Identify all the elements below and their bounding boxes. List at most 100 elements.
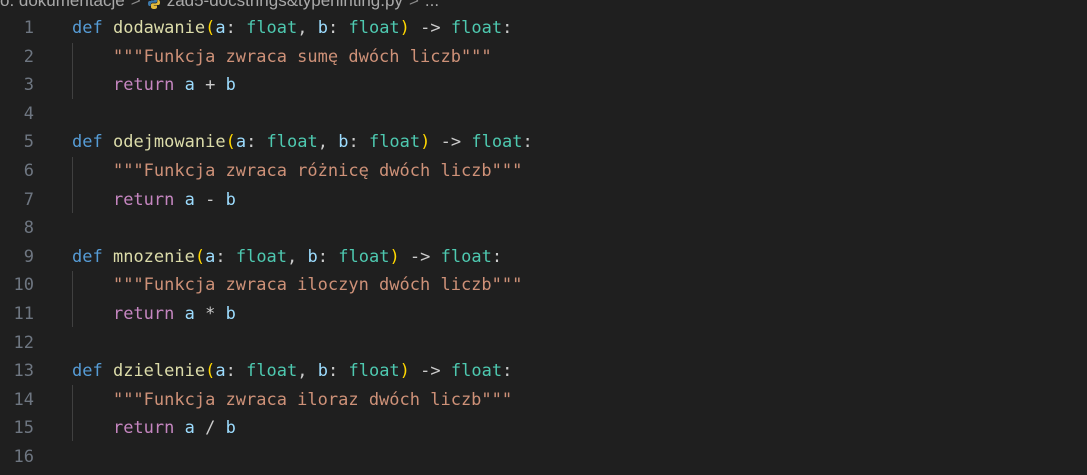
code-token: float — [368, 132, 421, 153]
code-line[interactable]: 10 """Funkcja zwraca iloczyn dwóch liczb… — [0, 271, 1087, 300]
code-token: float — [348, 18, 400, 38]
code-token: def — [72, 18, 103, 38]
code-line[interactable]: 13 def dzielenie(a: float, b: float) -> f… — [0, 357, 1087, 386]
code-line[interactable]: 8 — [0, 214, 1087, 243]
code-token: -> — [430, 132, 472, 153]
code-editor[interactable]: 1 def dodawanie(a: float, b: float) -> fl… — [0, 14, 1087, 472]
code-token: a — [184, 75, 195, 96]
code-line[interactable]: 14 """Funkcja zwraca iloraz dwóch liczb"… — [0, 386, 1087, 415]
code-token: : — [215, 246, 236, 267]
code-line[interactable]: 1 def dodawanie(a: float, b: float) -> fl… — [0, 14, 1087, 43]
code-text[interactable]: """Funkcja zwraca iloraz dwóch liczb""" — [72, 386, 512, 415]
code-token: dodawanie — [112, 18, 206, 38]
code-token: a — [205, 246, 216, 267]
code-token: b — [225, 303, 236, 324]
code-text[interactable]: """Funkcja zwraca iloczyn dwóch liczb""" — [72, 271, 522, 300]
code-line[interactable]: 6 """Funkcja zwraca różnicę dwóch liczb"… — [0, 157, 1087, 186]
line-number: 4 — [23, 103, 34, 124]
line-number: 15 — [13, 418, 34, 439]
line-number: 3 — [23, 75, 34, 96]
code-token: , — [297, 18, 318, 38]
code-text[interactable]: def mnozenie(a: float, b: float) -> floa… — [72, 243, 502, 272]
line-number: 2 — [23, 46, 34, 67]
breadcrumb-symbol[interactable]: ... — [425, 0, 439, 12]
code-token: : — [317, 246, 339, 267]
breadcrumb: o. dokumentacje > zad5-docstrings&typehi… — [0, 0, 439, 12]
code-line[interactable]: 7 return a - b — [0, 186, 1087, 215]
code-token: float — [348, 361, 400, 382]
code-text[interactable]: return a + b — [72, 71, 236, 100]
code-token: -> — [409, 361, 451, 382]
code-line[interactable]: 16 — [0, 443, 1087, 472]
breadcrumb-file[interactable]: zad5-docstrings&typehinting.py — [167, 0, 403, 12]
code-token: float — [450, 18, 503, 38]
line-number: 14 — [13, 389, 34, 410]
code-text[interactable]: return a / b — [72, 414, 236, 443]
code-token: ( — [194, 246, 206, 267]
code-text[interactable]: """Funkcja zwraca sumę dwóch liczb""" — [72, 43, 492, 72]
code-token: b — [307, 246, 318, 267]
code-token: float — [450, 361, 503, 382]
code-token: ) — [420, 132, 431, 153]
breadcrumb-folder[interactable]: o. dokumentacje — [0, 0, 125, 12]
code-token: / — [194, 418, 226, 439]
code-token: """Funkcja zwraca iloczyn dwóch liczb""" — [112, 275, 523, 296]
line-number: 12 — [13, 332, 34, 353]
code-token: * — [194, 303, 226, 324]
code-token: ( — [225, 132, 236, 153]
code-token: ( — [205, 18, 216, 38]
code-token: return — [112, 189, 175, 210]
code-token: + — [194, 75, 226, 96]
code-token: ) — [389, 246, 400, 267]
code-line[interactable]: 12 — [0, 329, 1087, 358]
code-token: : — [502, 18, 513, 38]
code-token: : — [225, 18, 247, 38]
code-token: ) — [399, 18, 410, 38]
code-line[interactable]: 4 — [0, 100, 1087, 129]
code-text[interactable]: def dzielenie(a: float, b: float) -> flo… — [72, 357, 512, 386]
code-token: : — [502, 361, 513, 382]
code-line[interactable]: 5 def odejmowanie(a: float, b: float) -> … — [0, 128, 1087, 157]
code-token: , — [287, 246, 308, 267]
code-token: -> — [399, 246, 441, 267]
code-token: return — [112, 75, 175, 96]
code-text[interactable]: return a - b — [72, 186, 236, 215]
code-text[interactable]: """Funkcja zwraca różnicę dwóch liczb""" — [72, 157, 522, 186]
breadcrumb-separator: > — [130, 0, 141, 10]
code-token: - — [194, 189, 226, 210]
code-token: """Funkcja zwraca iloraz dwóch liczb""" — [112, 389, 513, 410]
code-token: dzielenie — [112, 361, 206, 382]
line-number: 13 — [13, 361, 34, 382]
code-line[interactable]: 3 return a + b — [0, 71, 1087, 100]
line-number: 5 — [23, 132, 34, 153]
code-text[interactable]: def dodawanie(a: float, b: float) -> flo… — [72, 14, 512, 43]
code-token: : — [328, 361, 349, 382]
code-text[interactable]: return a * b — [72, 300, 236, 329]
code-token: mnozenie — [112, 246, 195, 267]
code-token: b — [225, 189, 236, 210]
code-line[interactable]: 2 """Funkcja zwraca sumę dwóch liczb""" — [0, 43, 1087, 72]
code-token: float — [246, 361, 298, 382]
code-token: return — [112, 418, 175, 439]
code-text[interactable]: def odejmowanie(a: float, b: float) -> f… — [72, 128, 533, 157]
line-number: 11 — [13, 303, 34, 324]
code-token: b — [225, 75, 236, 96]
code-token: : — [348, 132, 369, 153]
code-token: b — [338, 132, 349, 153]
code-token: b — [225, 418, 236, 439]
code-token: : — [246, 132, 267, 153]
python-icon — [147, 0, 161, 9]
code-line[interactable]: 11 return a * b — [0, 300, 1087, 329]
code-token: """Funkcja zwraca sumę dwóch liczb""" — [112, 46, 492, 67]
code-token: return — [112, 303, 175, 324]
breadcrumb-separator-2: > — [408, 0, 419, 10]
code-line[interactable]: 9 def mnozenie(a: float, b: float) -> flo… — [0, 243, 1087, 272]
code-token: def — [72, 132, 103, 153]
code-line[interactable]: 15 return a / b — [0, 414, 1087, 443]
